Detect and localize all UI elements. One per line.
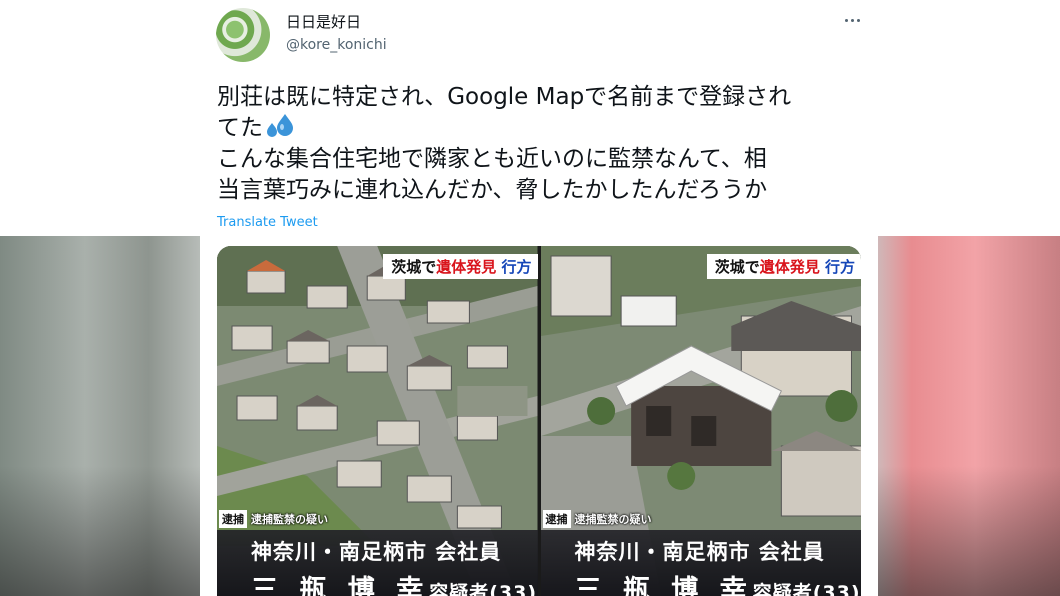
news-caption: 神奈川・南足柄市 会社員 三 瓶 博 幸容疑者(33)	[217, 530, 538, 596]
sweat-droplets-icon	[267, 114, 293, 137]
tweet-text: 別荘は既に特定され、Google Mapで名前まで登録され てた こんな集合住宅…	[217, 82, 867, 206]
more-options-icon[interactable]	[840, 10, 864, 30]
news-badge: 茨城で遺体発見 行方	[706, 254, 861, 279]
tweet-card: 日日是好日 @kore_konichi 別荘は既に特定され、Google Map…	[200, 0, 878, 596]
caption-affiliation: 神奈川・南足柄市 会社員	[574, 540, 825, 564]
tweet-media[interactable]: 茨城で遺体発見 行方 逮捕 逮捕監禁の疑い 神奈川・南足柄市 会社員 三 瓶 博 …	[217, 246, 861, 596]
caption-name: 三 瓶 博 幸容疑者(33)	[251, 575, 538, 596]
translate-tweet-link[interactable]: Translate Tweet	[217, 215, 318, 230]
display-name[interactable]: 日日是好日	[286, 11, 361, 32]
caption-name: 三 瓶 博 幸容疑者(33)	[574, 575, 861, 596]
arrest-tag: 逮捕 逮捕監禁の疑い	[219, 510, 328, 528]
arrest-tag: 逮捕 逮捕監禁の疑い	[542, 510, 652, 528]
media-image-right[interactable]: 茨城で遺体発見 行方 逮捕 逮捕監禁の疑い 神奈川・南足柄市 会社員 三 瓶 博 …	[540, 246, 861, 596]
tweet-text-line: 別荘は既に特定され、Google Mapで名前まで登録され	[217, 84, 792, 110]
news-badge: 茨城で遺体発見 行方	[383, 254, 538, 279]
news-caption: 神奈川・南足柄市 会社員 三 瓶 博 幸容疑者(33)	[540, 530, 861, 596]
tweet-text-line: 当言葉巧みに連れ込んだか、脅したかしたんだろうか	[217, 177, 768, 203]
tweet-text-line: てた	[217, 115, 263, 141]
tweet-text-line: こんな集合住宅地で隣家とも近いのに監禁なんて、相	[217, 146, 767, 172]
media-image-left[interactable]: 茨城で遺体発見 行方 逮捕 逮捕監禁の疑い 神奈川・南足柄市 会社員 三 瓶 博 …	[217, 246, 538, 596]
caption-affiliation: 神奈川・南足柄市 会社員	[251, 540, 502, 564]
user-handle[interactable]: @kore_konichi	[286, 37, 387, 53]
avatar[interactable]	[216, 8, 270, 62]
